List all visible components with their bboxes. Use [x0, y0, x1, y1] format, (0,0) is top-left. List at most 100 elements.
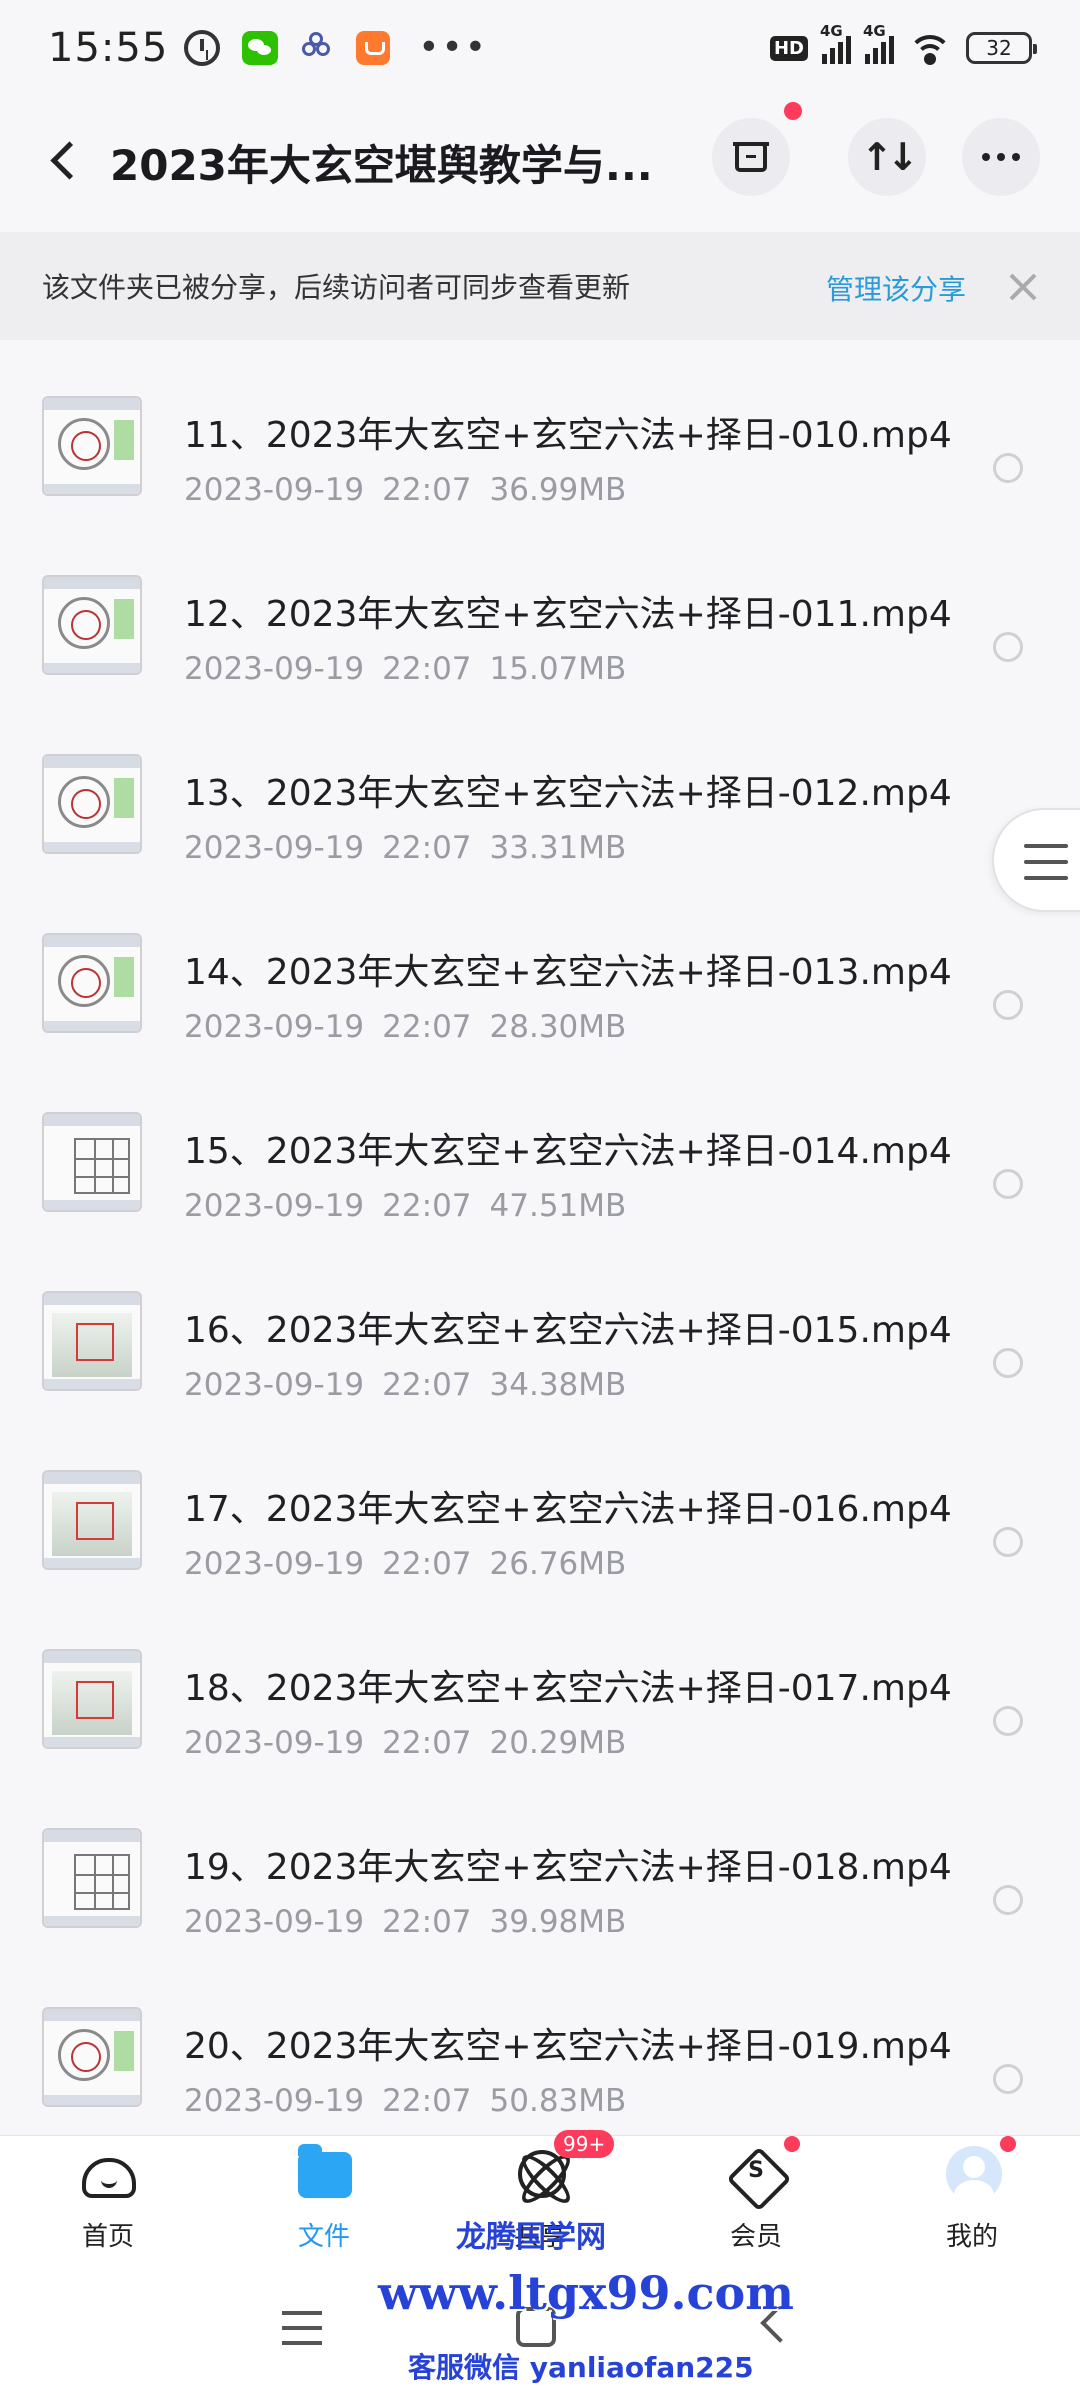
- file-date: 2023-09-19: [184, 2083, 365, 2119]
- select-radio[interactable]: [993, 1169, 1023, 1199]
- network-label: 4G: [820, 22, 843, 40]
- file-size: 15.07MB: [489, 651, 627, 687]
- file-time: 22:07: [382, 830, 472, 866]
- file-meta: 2023-09-19 22:07 28.30MB: [184, 1009, 626, 1045]
- file-row[interactable]: 19、2023年大玄空+玄空六法+择日-018.mp4 2023-09-19 22:…: [0, 1804, 1080, 1983]
- file-time: 22:07: [382, 1009, 472, 1045]
- file-row[interactable]: 14、2023年大玄空+玄空六法+择日-013.mp4 2023-09-19 22:…: [0, 909, 1080, 1088]
- alarm-icon: [184, 30, 221, 66]
- video-thumbnail: [42, 933, 142, 1033]
- more-notifications-icon: •••: [418, 27, 488, 68]
- watermark-url: www.ltgx99.com: [378, 2266, 794, 2320]
- signal-icon: 4G: [820, 22, 851, 64]
- file-date: 2023-09-19: [184, 1904, 365, 1940]
- folder-icon: [298, 2144, 352, 2198]
- select-radio[interactable]: [993, 1706, 1023, 1736]
- manage-share-link[interactable]: 管理该分享: [826, 268, 966, 308]
- file-name: 13、2023年大玄空+玄空六法+择日-012.mp4: [184, 773, 952, 814]
- video-thumbnail: [42, 1291, 142, 1391]
- file-meta: 2023-09-19 22:07 39.98MB: [184, 1904, 626, 1940]
- video-thumbnail: [42, 1470, 142, 1570]
- hd-icon: HD: [769, 35, 808, 61]
- file-name: 19、2023年大玄空+玄空六法+择日-018.mp4: [184, 1847, 952, 1888]
- nav-files-label: 文件: [297, 2222, 350, 2252]
- file-size: 33.31MB: [489, 830, 627, 866]
- file-time: 22:07: [382, 1367, 472, 1403]
- network-label: 4G: [863, 22, 886, 40]
- file-name: 16、2023年大玄空+玄空六法+择日-015.mp4: [184, 1310, 952, 1351]
- video-thumbnail: [42, 2007, 142, 2107]
- more-button[interactable]: [962, 118, 1040, 196]
- file-row[interactable]: 13、2023年大玄空+玄空六法+择日-012.mp4 2023-09-19 22:…: [0, 730, 1080, 909]
- select-radio[interactable]: [993, 1348, 1023, 1378]
- share-count-badge: 99+: [554, 2130, 615, 2158]
- file-date: 2023-09-19: [184, 651, 365, 687]
- file-row[interactable]: 11、2023年大玄空+玄空六法+择日-010.mp4 2023-09-19 22:…: [0, 372, 1080, 551]
- file-size: 26.76MB: [489, 1546, 627, 1582]
- file-size: 36.99MB: [489, 472, 627, 508]
- more-icon: [982, 153, 1020, 161]
- back-icon[interactable]: [44, 138, 80, 182]
- file-row[interactable]: 15、2023年大玄空+玄空六法+择日-014.mp4 2023-09-19 22:…: [0, 1088, 1080, 1267]
- file-row[interactable]: 12、2023年大玄空+玄空六法+择日-011.mp4 2023-09-19 22:…: [0, 551, 1080, 730]
- nav-home-label: 首页: [81, 2222, 134, 2252]
- file-date: 2023-09-19: [184, 1725, 365, 1761]
- file-meta: 2023-09-19 22:07 36.99MB: [184, 472, 626, 508]
- file-row[interactable]: 16、2023年大玄空+玄空六法+择日-015.mp4 2023-09-19 22:…: [0, 1267, 1080, 1446]
- file-meta: 2023-09-19 22:07 47.51MB: [184, 1188, 626, 1224]
- archive-notification-dot: [784, 102, 802, 120]
- file-meta: 2023-09-19 22:07 33.31MB: [184, 830, 626, 866]
- file-meta: 2023-09-19 22:07 20.29MB: [184, 1725, 626, 1761]
- file-size: 28.30MB: [489, 1009, 627, 1045]
- file-date: 2023-09-19: [184, 1546, 365, 1582]
- close-icon[interactable]: [1008, 272, 1038, 302]
- file-meta: 2023-09-19 22:07 50.83MB: [184, 2083, 626, 2119]
- video-thumbnail: [42, 1112, 142, 1212]
- file-size: 47.51MB: [489, 1188, 627, 1224]
- page-title: 2023年大玄空堪舆教学与...: [110, 141, 653, 190]
- file-row[interactable]: 18、2023年大玄空+玄空六法+择日-017.mp4 2023-09-19 22:…: [0, 1625, 1080, 1804]
- share-banner: 该文件夹已被分享，后续访问者可同步查看更新 管理该分享: [0, 232, 1080, 340]
- select-radio[interactable]: [993, 1527, 1023, 1557]
- file-name: 18、2023年大玄空+玄空六法+择日-017.mp4: [184, 1668, 952, 1709]
- file-date: 2023-09-19: [184, 1367, 365, 1403]
- share-banner-text: 该文件夹已被分享，后续访问者可同步查看更新: [42, 271, 631, 304]
- file-date: 2023-09-19: [184, 472, 365, 508]
- sort-icon: ↑↓: [861, 135, 919, 179]
- sort-button[interactable]: ↑↓: [848, 118, 926, 196]
- select-radio[interactable]: [993, 453, 1023, 483]
- file-row[interactable]: 20、2023年大玄空+玄空六法+择日-019.mp4 2023-09-19 22:…: [0, 1983, 1080, 2135]
- file-meta: 2023-09-19 22:07 34.38MB: [184, 1367, 626, 1403]
- nav-me[interactable]: 我的: [882, 2136, 1062, 2264]
- select-radio[interactable]: [993, 1885, 1023, 1915]
- shopping-app-icon: [356, 31, 391, 65]
- vip-notification-dot: [784, 2136, 800, 2152]
- notification-icons: •••: [184, 30, 488, 66]
- select-radio[interactable]: [993, 990, 1023, 1020]
- wechat-icon: [242, 31, 279, 65]
- wifi-icon: [908, 31, 952, 65]
- file-list: 2023-09-1922:0738.78MB11、2023年大玄空+玄空六法+择…: [0, 340, 1080, 2135]
- app-header: 2023年大玄空堪舆教学与... ↑↓: [0, 102, 1080, 210]
- app-notification-icon: [300, 32, 334, 62]
- share-orbit-icon: [518, 2150, 566, 2198]
- file-row[interactable]: 17、2023年大玄空+玄空六法+择日-016.mp4 2023-09-19 22:…: [0, 1446, 1080, 1625]
- nav-vip[interactable]: S 会员: [666, 2136, 846, 2264]
- nav-vip-label: 会员: [729, 2222, 782, 2252]
- file-size: 39.98MB: [489, 1904, 627, 1940]
- select-radio[interactable]: [993, 2064, 1023, 2094]
- file-date: 2023-09-19: [184, 1009, 365, 1045]
- file-time: 22:07: [382, 472, 472, 508]
- file-size: 34.38MB: [489, 1367, 627, 1403]
- video-thumbnail: [42, 754, 142, 854]
- cloud-home-icon: [82, 2158, 136, 2198]
- select-radio[interactable]: [993, 632, 1023, 662]
- signal-icon: 4G: [863, 22, 894, 64]
- recent-apps-icon[interactable]: [282, 2311, 322, 2345]
- file-row[interactable]: 2023-09-1922:0738.78MB: [0, 340, 1080, 372]
- nav-files[interactable]: 文件: [234, 2136, 414, 2264]
- system-icons: HD 4G 4G 32: [769, 22, 1037, 65]
- file-name: 17、2023年大玄空+玄空六法+择日-016.mp4: [184, 1489, 952, 1530]
- archive-button[interactable]: [712, 118, 790, 196]
- nav-home[interactable]: 首页: [18, 2136, 198, 2264]
